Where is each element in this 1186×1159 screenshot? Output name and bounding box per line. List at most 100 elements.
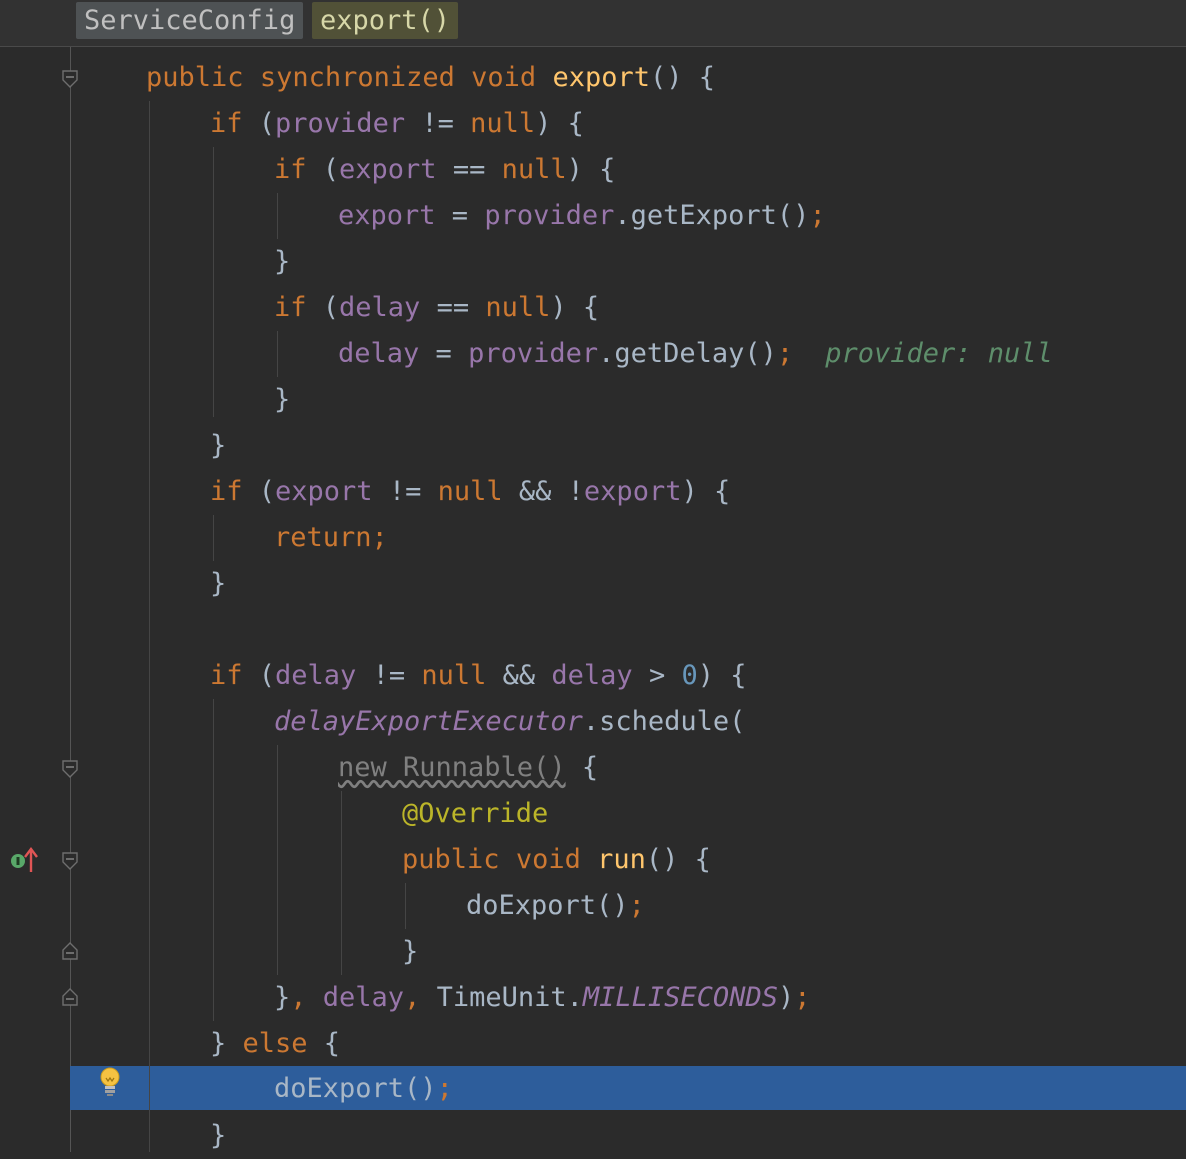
code-text: ) { [535, 108, 584, 139]
code-line[interactable]: if (provider != null) { [146, 101, 584, 147]
code-text: != [405, 108, 471, 139]
method-name: run [597, 844, 646, 875]
code-text: } [274, 246, 291, 277]
code-line[interactable]: delay = provider.getDelay(); provider: nu… [146, 331, 1053, 377]
code-line[interactable]: }, delay, TimeUnit.MILLISECONDS); [146, 975, 811, 1021]
field: export [275, 476, 373, 507]
code-text: && [486, 660, 552, 691]
code-line[interactable]: public synchronized void export() { [146, 55, 715, 101]
number-literal: 0 [681, 660, 698, 691]
breadcrumb-method[interactable]: export() [312, 2, 459, 39]
fold-icon[interactable] [62, 988, 78, 1006]
code-text: = [419, 338, 469, 369]
code-text: ( [242, 660, 276, 691]
keyword: public [146, 62, 244, 93]
code-line-current[interactable]: doExport(); [146, 1066, 453, 1112]
field: provider [275, 108, 406, 139]
field: provider [468, 338, 599, 369]
breadcrumb-class[interactable]: ServiceConfig [76, 2, 304, 39]
keyword: if [274, 292, 307, 323]
code-text: } [274, 384, 291, 415]
code-text: doExport() [466, 890, 629, 921]
keyword: null [501, 154, 567, 185]
anonymous-class-hint: new Runnable() [338, 752, 566, 783]
semicolon: ; [628, 890, 645, 921]
code-line[interactable]: if (delay != null && delay > 0) { [146, 653, 747, 699]
code-line[interactable]: } else { [146, 1021, 340, 1067]
inline-debug-hint: provider: null [825, 338, 1053, 369]
code-text: .schedule( [582, 706, 746, 737]
code-text: { [307, 1028, 341, 1059]
keyword: void [471, 62, 537, 93]
code-text: () { [645, 844, 711, 875]
code-text: .getDelay() [598, 338, 777, 369]
annotation: @Override [402, 798, 549, 829]
code-line[interactable]: if (export != null && !export) { [146, 469, 730, 515]
code-line[interactable]: delayExportExecutor.schedule( [146, 699, 745, 745]
code-text: .getExport() [614, 200, 810, 231]
keyword: if [210, 476, 243, 507]
code-text: } [402, 936, 419, 967]
code-line[interactable]: return; [146, 515, 388, 561]
code-text: } [210, 430, 227, 461]
comma: , [290, 982, 323, 1013]
semicolon: ; [436, 1073, 453, 1104]
fold-icon[interactable] [62, 760, 78, 778]
code-text: } [210, 1120, 227, 1151]
keyword: if [210, 108, 243, 139]
code-text: ) { [697, 660, 747, 691]
keyword: if [210, 660, 243, 691]
gutter-divider [70, 47, 71, 1152]
code-text: != [372, 476, 438, 507]
static-field: MILLISECONDS [582, 982, 778, 1013]
keyword: null [437, 476, 503, 507]
code-line[interactable]: } [146, 377, 290, 423]
code-line[interactable]: } [146, 929, 418, 975]
code-line[interactable]: new Runnable() { [146, 745, 598, 791]
code-text: != [356, 660, 422, 691]
code-text: ( [242, 108, 276, 139]
code-line[interactable]: } [146, 1113, 226, 1159]
field: export [583, 476, 682, 507]
code-line[interactable]: if (export == null) { [146, 147, 615, 193]
code-text: } [274, 982, 291, 1013]
code-text: ( [306, 292, 340, 323]
code-text: ) [777, 982, 795, 1013]
keyword: null [421, 660, 487, 691]
keyword: null [470, 108, 536, 139]
field: export [339, 154, 437, 185]
code-text: doExport() [274, 1073, 437, 1104]
fold-icon[interactable] [62, 70, 78, 88]
implements-up-icon[interactable] [8, 846, 42, 874]
keyword: return [274, 522, 372, 553]
fold-icon[interactable] [62, 852, 78, 870]
code-line[interactable]: if (delay == null) { [146, 285, 599, 331]
code-text: && ! [502, 476, 584, 507]
code-text: { [565, 752, 599, 783]
field: delay [275, 660, 357, 691]
lightbulb-icon[interactable] [98, 1066, 122, 1098]
code-line[interactable]: } [146, 423, 226, 469]
fold-icon[interactable] [62, 942, 78, 960]
code-line[interactable]: export = provider.getExport(); [146, 193, 826, 239]
code-line[interactable]: public void run() { [146, 837, 711, 883]
code-text: ( [306, 154, 340, 185]
semicolon: ; [776, 338, 794, 369]
code-line[interactable]: } [146, 239, 290, 285]
field: delay [322, 982, 405, 1013]
keyword: synchronized [259, 62, 455, 93]
code-line[interactable]: } [146, 561, 226, 607]
code-text: ) { [566, 154, 616, 185]
static-field: delayExportExecutor [274, 706, 583, 737]
field: provider [484, 200, 615, 231]
code-text: ( [242, 476, 276, 507]
code-line[interactable]: doExport(); [146, 883, 645, 929]
code-text: == [420, 292, 486, 323]
code-line[interactable]: @Override [146, 791, 548, 837]
code-text: } [210, 568, 227, 599]
semicolon: ; [794, 982, 811, 1013]
keyword: null [485, 292, 551, 323]
